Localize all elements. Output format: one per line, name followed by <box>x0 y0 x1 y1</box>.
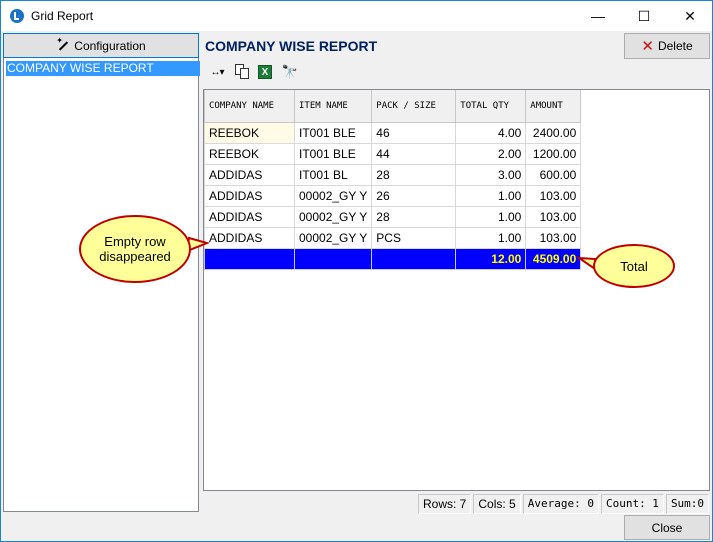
cell-amount[interactable]: 103.00 <box>525 205 582 228</box>
cell-total-qty[interactable]: 1.00 <box>455 226 527 249</box>
total-cell-item[interactable] <box>293 247 373 270</box>
minimize-button[interactable]: — <box>575 1 621 31</box>
total-cell-pack-size[interactable] <box>371 247 457 270</box>
cell-amount[interactable]: 2400.00 <box>525 121 582 144</box>
table-row[interactable]: ADDIDAS 00002_GY Y 28 1.00 103.00 <box>204 205 582 228</box>
status-cols: Cols: 5 <box>473 494 521 514</box>
empty-row-callout: Empty row disappeared <box>79 215 191 283</box>
report-list-item[interactable]: COMPANY WISE REPORT <box>6 61 200 76</box>
cell-total-qty[interactable]: 3.00 <box>455 163 527 186</box>
app-icon <box>10 9 24 23</box>
total-cell-company[interactable] <box>204 247 295 270</box>
cell-amount[interactable]: 1200.00 <box>525 142 582 165</box>
cell-pack-size[interactable]: 46 <box>371 121 457 144</box>
total-callout: Total <box>593 244 675 288</box>
column-header-amount[interactable]: AMOUNT <box>525 90 582 123</box>
excel-export-icon[interactable]: X <box>257 64 273 80</box>
maximize-button[interactable]: ☐ <box>621 1 667 31</box>
cell-pack-size[interactable]: 26 <box>371 184 457 207</box>
cell-total-qty[interactable]: 4.00 <box>455 121 527 144</box>
cell-item[interactable]: IT001 BLE <box>293 142 373 165</box>
report-list[interactable]: COMPANY WISE REPORT <box>3 58 200 512</box>
cell-total-qty[interactable]: 1.00 <box>455 205 527 228</box>
cell-company[interactable]: ADDIDAS <box>204 163 295 186</box>
cell-pack-size[interactable]: PCS <box>371 226 457 249</box>
column-header-total-qty[interactable]: TOTAL QTY <box>455 90 527 123</box>
delete-x-icon: ✕ <box>641 37 654 55</box>
cell-item[interactable]: 00002_GY Y <box>293 205 373 228</box>
cell-company[interactable]: REEBOK <box>204 121 295 144</box>
table-row[interactable]: REEBOK IT001 BLE 46 4.00 2400.00 <box>204 121 582 144</box>
header-row: COMPANY NAME ITEM NAME PACK / SIZE TOTAL… <box>204 90 582 123</box>
report-title: COMPANY WISE REPORT <box>205 38 378 54</box>
cell-item[interactable]: IT001 BL <box>293 163 373 186</box>
cell-amount[interactable]: 600.00 <box>525 163 582 186</box>
delete-button[interactable]: ✕ Delete <box>624 33 710 59</box>
table-row[interactable]: REEBOK IT001 BLE 44 2.00 1200.00 <box>204 142 582 165</box>
column-header-company-name[interactable]: COMPANY NAME <box>204 90 295 123</box>
status-rows: Rows: 7 <box>418 494 472 514</box>
cell-company[interactable]: ADDIDAS <box>204 226 295 249</box>
data-table: COMPANY NAME ITEM NAME PACK / SIZE TOTAL… <box>204 90 582 270</box>
binoculars-find-icon[interactable]: 🔭 <box>281 64 299 80</box>
cell-company[interactable]: ADDIDAS <box>204 205 295 228</box>
status-average: Average: 0 <box>522 494 599 514</box>
cell-pack-size[interactable]: 28 <box>371 205 457 228</box>
status-sum: Sum:0 <box>665 494 710 514</box>
cell-company[interactable]: ADDIDAS <box>204 184 295 207</box>
cell-item[interactable]: 00002_GY Y <box>293 226 373 249</box>
column-header-item-name[interactable]: ITEM NAME <box>293 90 373 123</box>
close-window-button[interactable]: ✕ <box>667 1 713 31</box>
column-resize-icon[interactable]: ↔▾ <box>205 64 229 80</box>
cell-amount[interactable]: 103.00 <box>525 226 582 249</box>
configuration-button[interactable]: Configuration <box>3 33 199 58</box>
cell-pack-size[interactable]: 28 <box>371 163 457 186</box>
excel-icon-glyph: X <box>258 65 272 79</box>
status-bar: Rows: 7 Cols: 5 Average: 0 Count: 1 Sum:… <box>416 494 710 514</box>
total-row[interactable]: 12.00 4509.00 <box>204 247 582 270</box>
status-count: Count: 1 <box>600 494 664 514</box>
table-row[interactable]: ADDIDAS 00002_GY Y 26 1.00 103.00 <box>204 184 582 207</box>
delete-label: Delete <box>657 39 693 53</box>
report-grid[interactable]: COMPANY NAME ITEM NAME PACK / SIZE TOTAL… <box>203 89 710 491</box>
magic-wand-icon <box>56 36 70 53</box>
cell-item[interactable]: IT001 BLE <box>293 121 373 144</box>
cell-amount[interactable]: 103.00 <box>525 184 582 207</box>
column-header-pack-size[interactable]: PACK / SIZE <box>371 90 457 123</box>
grid-toolbar: ↔▾ X 🔭 <box>203 61 710 83</box>
title-bar: Grid Report — ☐ ✕ <box>1 1 712 31</box>
cell-total-qty[interactable]: 1.00 <box>455 184 527 207</box>
cell-item[interactable]: 00002_GY Y <box>293 184 373 207</box>
cell-total-qty[interactable]: 2.00 <box>455 142 527 165</box>
copy-icon[interactable] <box>233 64 251 80</box>
table-row[interactable]: ADDIDAS IT001 BL 28 3.00 600.00 <box>204 163 582 186</box>
total-cell-amount[interactable]: 4509.00 <box>525 247 582 270</box>
cell-company[interactable]: REEBOK <box>204 142 295 165</box>
configuration-label: Configuration <box>74 38 146 53</box>
total-cell-qty[interactable]: 12.00 <box>455 247 527 270</box>
window-title: Grid Report <box>31 9 94 23</box>
close-button[interactable]: Close <box>624 515 710 540</box>
cell-pack-size[interactable]: 44 <box>371 142 457 165</box>
table-row[interactable]: ADDIDAS 00002_GY Y PCS 1.00 103.00 <box>204 226 582 249</box>
grid-report-window: Grid Report — ☐ ✕ Configuration COMPANY … <box>0 0 713 542</box>
